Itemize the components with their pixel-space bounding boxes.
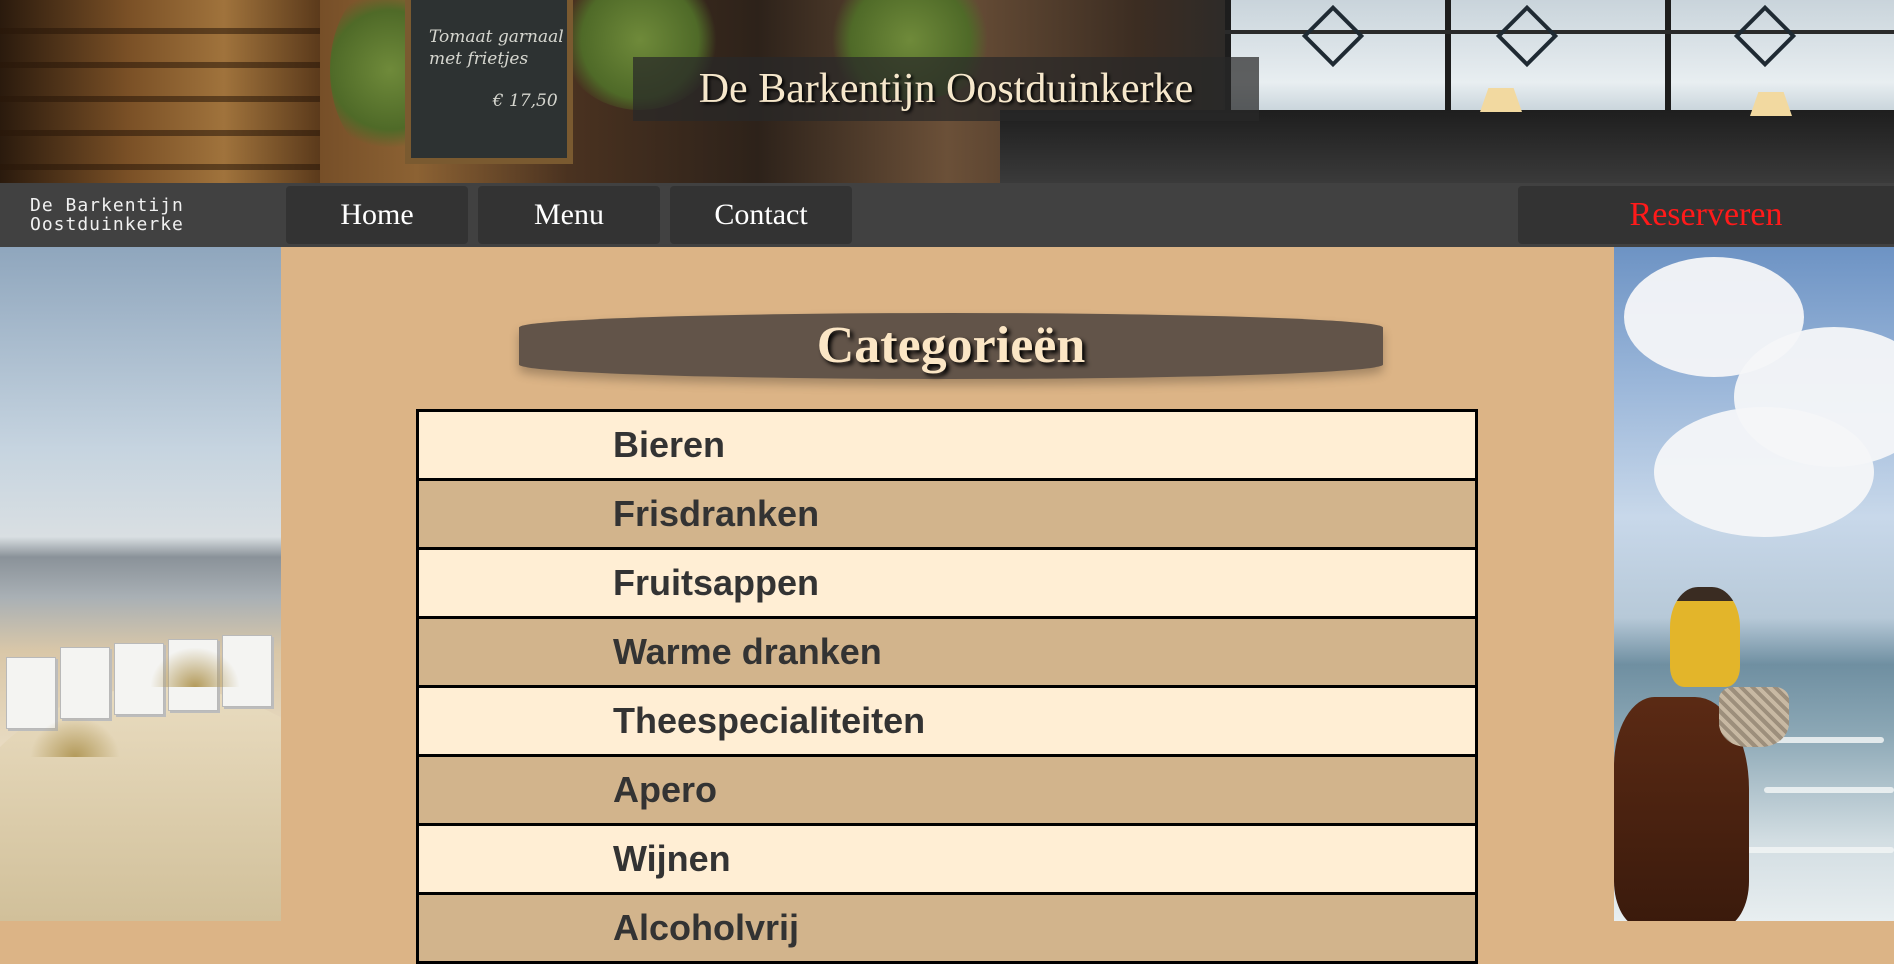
brand-line-1: De Barkentijn [30, 195, 184, 216]
nav-contact-button[interactable]: Contact [670, 186, 852, 244]
category-item-bieren[interactable]: Bieren [416, 409, 1478, 481]
category-item-warme-dranken[interactable]: Warme dranken [416, 619, 1478, 688]
cloud [1654, 407, 1874, 537]
categories-heading: Categorieën [519, 313, 1383, 379]
chalkboard: Tomaat garnaal met frietjes € 17,50 [405, 0, 573, 164]
category-item-fruitsappen[interactable]: Fruitsappen [416, 550, 1478, 619]
dune-grass [30, 717, 120, 757]
category-item-apero[interactable]: Apero [416, 757, 1478, 826]
category-list: Bieren Frisdranken Fruitsappen Warme dra… [416, 409, 1478, 964]
wave [1764, 787, 1894, 793]
brand-line-2: Oostduinkerke [30, 214, 184, 235]
bar-shelf-photo-area [0, 0, 320, 183]
beach-hut [60, 647, 110, 719]
nav-menu-button[interactable]: Menu [478, 186, 660, 244]
dune-grass [150, 647, 240, 687]
nav-home-button[interactable]: Home [286, 186, 468, 244]
reserve-button[interactable]: Reserveren [1518, 186, 1894, 244]
shrimp-fisher-photo [1614, 247, 1894, 921]
category-item-wijnen[interactable]: Wijnen [416, 826, 1478, 895]
fishing-basket [1719, 687, 1789, 747]
beach-huts-photo [0, 247, 281, 921]
chalkboard-text: Tomaat garnaal met frietjes € 17,50 [429, 27, 564, 111]
category-item-alcoholvrij[interactable]: Alcoholvrij [416, 895, 1478, 964]
fisherman-rider [1670, 587, 1740, 687]
hero-title: De Barkentijn Oostduinkerke [698, 66, 1194, 112]
brand-logo[interactable]: De Barkentijn Oostduinkerke [0, 183, 280, 247]
category-item-frisdranken[interactable]: Frisdranken [416, 481, 1478, 550]
category-item-theespecialiteiten[interactable]: Theespecialiteiten [416, 688, 1478, 757]
